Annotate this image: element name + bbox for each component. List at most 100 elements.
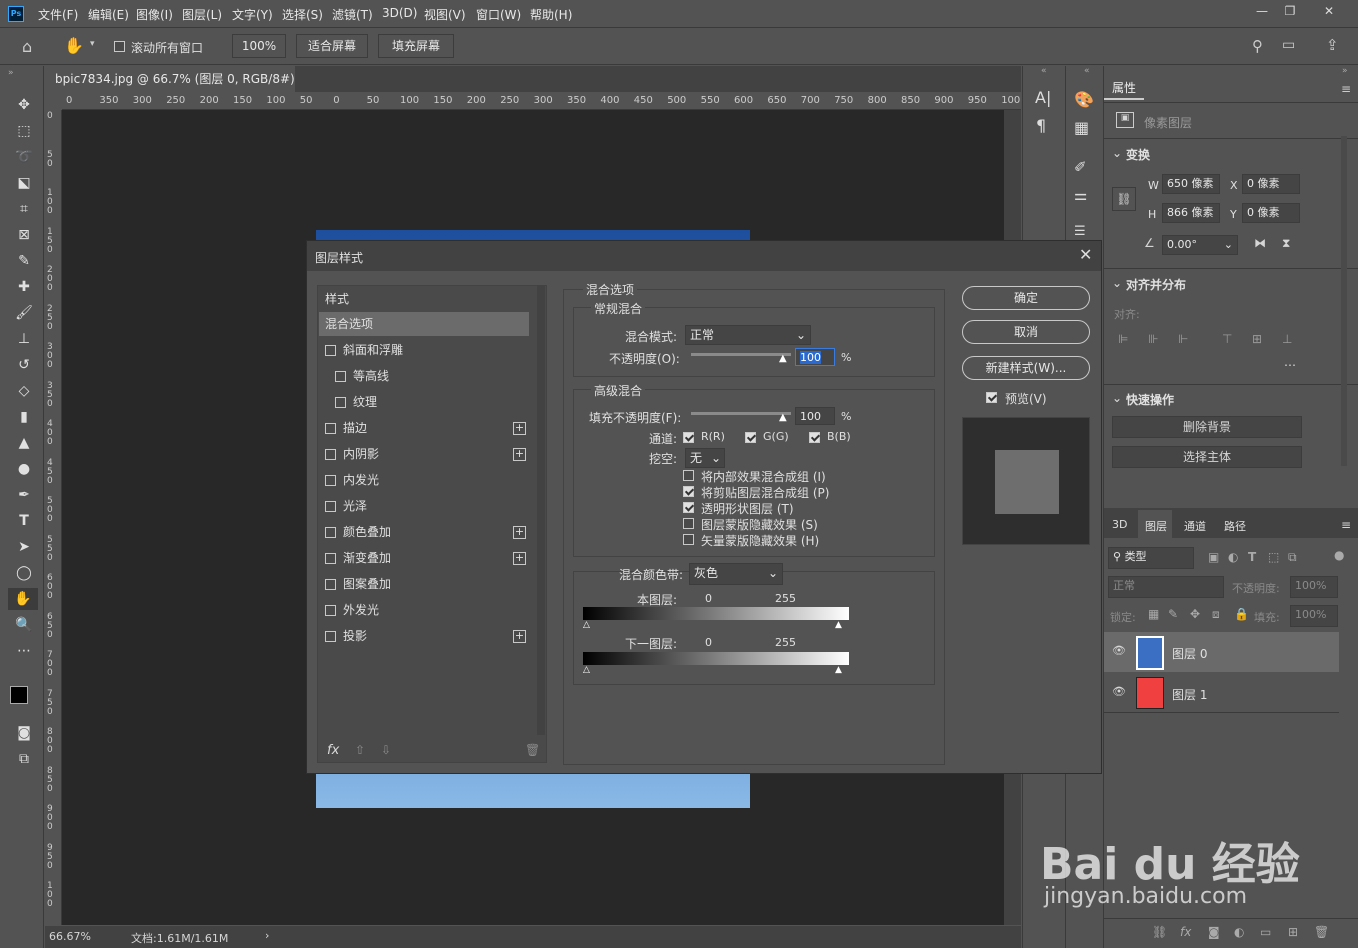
lock-position-icon[interactable]: ✥ — [1190, 607, 1200, 621]
document-tab[interactable]: bpic7834.jpg @ 66.7% (图层 0, RGB/8#) * × — [45, 66, 295, 112]
style-item[interactable]: 投影 + — [319, 624, 529, 649]
opacity-field[interactable]: 100 — [795, 348, 835, 366]
add-style-icon[interactable]: + — [513, 526, 526, 539]
y-field[interactable]: 0 像素 — [1242, 203, 1300, 223]
eyedropper-tool-icon[interactable]: ✎ — [12, 250, 36, 272]
filter-smart-icon[interactable]: ⧉ — [1288, 550, 1297, 565]
marquee-tool-icon[interactable]: ⬚ — [12, 120, 36, 142]
channel-g-checkbox[interactable] — [745, 432, 756, 443]
blur-tool-icon[interactable]: ▲ — [12, 432, 36, 454]
angle-field[interactable]: 0.00° ⌄ — [1162, 235, 1238, 255]
adjustments-icon[interactable]: ⚌ — [1074, 186, 1087, 204]
style-item-checkbox[interactable] — [325, 501, 336, 512]
style-item-checkbox[interactable] — [335, 371, 346, 382]
style-item-checkbox[interactable] — [325, 449, 336, 460]
style-item-checkbox[interactable] — [325, 553, 336, 564]
black-handle-icon[interactable]: △ — [583, 665, 590, 675]
menu-layer[interactable]: 图层(L) — [182, 6, 222, 23]
collapse-icon[interactable]: « — [1041, 66, 1047, 76]
move-down-icon[interactable]: ⇩ — [381, 743, 391, 757]
add-style-icon[interactable]: + — [513, 448, 526, 461]
advanced-option-checkbox[interactable] — [683, 534, 694, 545]
filter-pixel-icon[interactable]: ▣ — [1208, 550, 1219, 564]
style-item-checkbox[interactable] — [325, 605, 336, 616]
style-item[interactable]: 纹理 — [319, 390, 529, 415]
new-style-button[interactable]: 新建样式(W)... — [962, 356, 1090, 380]
flip-vertical-icon[interactable]: ⧗ — [1282, 236, 1290, 251]
menu-view[interactable]: 视图(V) — [424, 6, 466, 23]
blend-if-select[interactable]: 灰色 ⌄ — [689, 563, 783, 585]
layer-blend-mode[interactable]: 正常 — [1108, 576, 1224, 598]
slider-handle-icon[interactable]: ▲ — [779, 412, 787, 423]
paragraph-icon[interactable]: ¶ — [1036, 116, 1046, 135]
crop-tool-icon[interactable]: ⌗ — [12, 198, 36, 220]
menu-type[interactable]: 文字(Y) — [232, 6, 273, 23]
layer-name[interactable]: 图层 1 — [1172, 686, 1207, 703]
advanced-option-checkbox[interactable] — [683, 470, 694, 481]
new-layer-icon[interactable]: ⊞ — [1288, 925, 1298, 939]
eraser-tool-icon[interactable]: ◇ — [12, 380, 36, 402]
zoom-tool-icon[interactable]: 🔍 — [12, 614, 36, 636]
ok-button[interactable]: 确定 — [962, 286, 1090, 310]
style-item[interactable]: 内发光 — [319, 468, 529, 493]
slider-handle-icon[interactable]: ▲ — [779, 353, 787, 364]
group-icon[interactable]: ▭ — [1260, 925, 1271, 939]
menu-3d[interactable]: 3D(D) — [382, 6, 417, 20]
style-item-checkbox[interactable] — [325, 579, 336, 590]
tab-channels[interactable]: 通道 — [1184, 518, 1206, 534]
healing-tool-icon[interactable]: ✚ — [12, 276, 36, 298]
screen-mode-icon[interactable]: ⧉ — [12, 748, 36, 770]
zoom-status[interactable]: 66.67% — [49, 930, 91, 943]
layer-fill-field[interactable]: 100% — [1290, 605, 1338, 627]
menu-image[interactable]: 图像(I) — [136, 6, 173, 23]
fill-opacity-field[interactable]: 100 — [795, 407, 835, 425]
more-options-icon[interactable]: ⋯ — [1284, 358, 1296, 372]
remove-background-button[interactable]: 删除背景 — [1112, 416, 1302, 438]
panel-menu-icon[interactable]: ≡ — [1341, 82, 1351, 96]
tab-3d[interactable]: 3D — [1112, 518, 1127, 531]
filter-adjust-icon[interactable]: ◐ — [1228, 550, 1238, 564]
style-item[interactable]: 描边 + — [319, 416, 529, 441]
lock-artboard-icon[interactable]: ⧈ — [1212, 607, 1220, 622]
black-handle-icon[interactable]: △ — [583, 620, 590, 630]
eye-icon[interactable]: 👁 — [1112, 685, 1126, 698]
style-item[interactable]: 等高线 — [319, 364, 529, 389]
menu-edit[interactable]: 编辑(E) — [88, 6, 129, 23]
layer-row-1[interactable]: 👁 图层 1 — [1104, 673, 1339, 713]
layer-name[interactable]: 图层 0 — [1172, 645, 1207, 662]
collapse-icon[interactable]: » — [8, 68, 14, 78]
menu-select[interactable]: 选择(S) — [282, 6, 323, 23]
style-item-checkbox[interactable] — [325, 423, 336, 434]
filter-type-icon[interactable]: T — [1248, 550, 1256, 564]
fx-icon[interactable]: fx — [1180, 925, 1191, 939]
advanced-option-checkbox[interactable] — [683, 502, 694, 513]
delete-layer-icon[interactable]: 🗑 — [1314, 925, 1329, 939]
move-up-icon[interactable]: ⇧ — [355, 743, 365, 757]
close-dialog-icon[interactable]: ✕ — [1079, 245, 1092, 264]
channel-r-checkbox[interactable] — [683, 432, 694, 443]
close-window-icon[interactable]: ✕ — [1320, 4, 1338, 22]
tab-properties[interactable]: 属性 — [1104, 76, 1144, 100]
channel-b-checkbox[interactable] — [809, 432, 820, 443]
advanced-option-checkbox[interactable] — [683, 486, 694, 497]
more-tools-icon[interactable]: ⋯ — [12, 640, 36, 662]
hand-tool-active-icon[interactable]: ✋ — [8, 588, 38, 610]
eye-icon[interactable]: 👁 — [1112, 644, 1126, 657]
white-handle-icon[interactable]: ▲ — [835, 620, 842, 630]
blend-options-item[interactable]: 混合选项 — [319, 312, 529, 337]
align-left-icon[interactable]: ⊫ — [1118, 332, 1128, 346]
layers-menu-icon[interactable]: ≡ — [1341, 518, 1351, 532]
style-item[interactable]: 图案叠加 — [319, 572, 529, 597]
expand-icon[interactable]: » — [1342, 66, 1348, 76]
style-item-checkbox[interactable] — [335, 397, 346, 408]
width-field[interactable]: 650 像素 — [1162, 174, 1220, 194]
align-center-icon[interactable]: ⊪ — [1148, 332, 1158, 346]
layer-filter-select[interactable]: ⚲ 类型 — [1108, 547, 1194, 569]
style-item-checkbox[interactable] — [325, 475, 336, 486]
quick-mask-icon[interactable]: ◙ — [12, 722, 36, 744]
frame-tool-icon[interactable]: ⊠ — [12, 224, 36, 246]
chevron-down-icon[interactable]: ▾ — [90, 39, 95, 49]
chevron-down-icon[interactable]: ⌄ — [1112, 146, 1122, 160]
lock-pixels-icon[interactable]: ✎ — [1168, 607, 1178, 621]
chevron-down-icon[interactable]: ⌄ — [1112, 276, 1122, 290]
